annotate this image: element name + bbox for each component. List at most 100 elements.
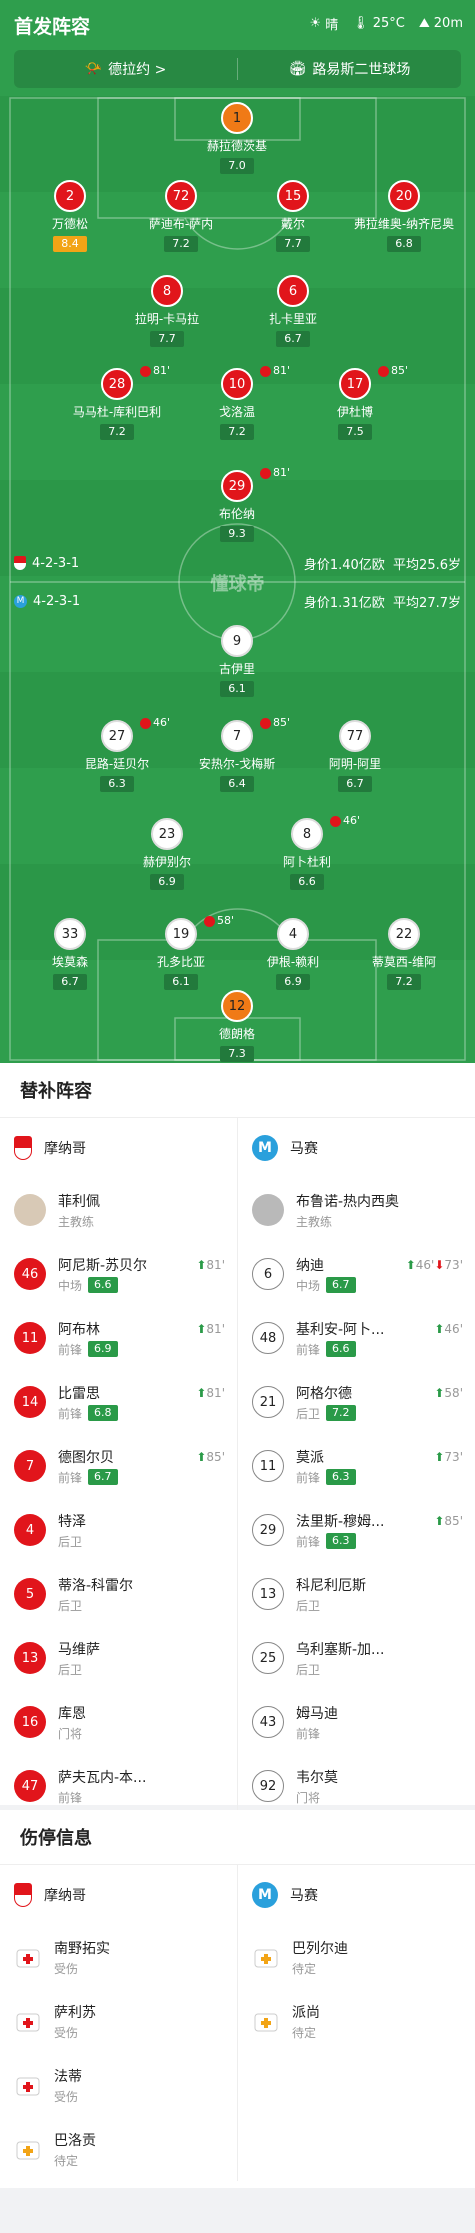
home-team-header[interactable]: 摩纳哥: [0, 1118, 237, 1178]
player-rating: 8.4: [53, 236, 87, 252]
player-rating: 6.7: [276, 331, 310, 347]
sub-player-row[interactable]: 11 阿布林 前锋 6.9 ⬆81': [0, 1306, 237, 1370]
away-player[interactable]: 23 赫伊别尔 6.9: [112, 818, 222, 890]
player-number: 28: [101, 368, 133, 400]
home-player[interactable]: 10 81' 戈洛温 7.2: [182, 364, 292, 440]
away-player[interactable]: 33 埃莫森 6.7: [15, 918, 125, 990]
doubt-cross-icon: [252, 1943, 280, 1971]
player-name: 蒂莫西-维阿: [371, 955, 437, 969]
player-name: 万德松: [51, 217, 88, 231]
away-player[interactable]: 8 46' 阿卜杜利 6.6: [252, 814, 362, 890]
player-number: 7: [221, 720, 253, 752]
sub-player-row[interactable]: 21 阿格尔德 后卫 7.2 ⬆58': [238, 1370, 475, 1434]
sub-in-time: ⬆46'⬇73': [405, 1258, 463, 1272]
home-player[interactable]: 29 81' 布伦纳 9.3: [182, 466, 292, 542]
sub-player-row[interactable]: 46 阿尼斯-苏贝尔 中场 6.6 ⬆81': [0, 1242, 237, 1306]
sub-player-row[interactable]: 6 纳迪 中场 6.7 ⬆46'⬇73': [238, 1242, 475, 1306]
sub-out-icon: [260, 467, 271, 479]
away-player[interactable]: 7 85' 安热尔-戈梅斯 6.4: [182, 716, 292, 792]
player-position: 前锋 6.9: [58, 1341, 118, 1358]
injuries-title: 伤停信息: [20, 1828, 92, 1849]
doubt-cross-icon: [252, 2007, 280, 2035]
referee-link[interactable]: 📯 德拉约 >: [14, 50, 237, 88]
player-name: 特泽: [58, 1513, 86, 1530]
home-player[interactable]: 72 萨迪布-萨内 7.2: [126, 180, 236, 252]
injury-row[interactable]: 南野拓实 受伤: [0, 1925, 237, 1989]
away-player[interactable]: 22 蒂莫西-维阿 7.2: [349, 918, 459, 990]
player-rating: 7.7: [150, 331, 184, 347]
player-rating: 6.3: [326, 1533, 356, 1549]
player-name: 法蒂: [54, 2068, 82, 2085]
sub-player-row[interactable]: 43 姆马迪 前锋: [238, 1690, 475, 1754]
home-player[interactable]: 2 万德松 8.4: [15, 180, 125, 252]
injury-row[interactable]: 巴洛贡 待定: [0, 2117, 237, 2181]
sub-player-row[interactable]: 7 德图尔贝 前锋 6.7 ⬆85': [0, 1434, 237, 1498]
player-position: 后卫: [296, 1598, 321, 1613]
home-player[interactable]: 28 81' 马马杜-库利巴利 7.2: [62, 364, 172, 440]
monaco-crest-icon: [14, 1136, 32, 1160]
home-player[interactable]: 8 拉明-卡马拉 7.7: [112, 275, 222, 347]
sub-player-row[interactable]: 92 韦尔莫 门将: [238, 1754, 475, 1818]
sub-player-row[interactable]: 47 萨夫瓦内-本... 前锋: [0, 1754, 237, 1818]
sub-player-row[interactable]: 13 马维萨 后卫: [0, 1626, 237, 1690]
monaco-crest-icon: [14, 1883, 32, 1907]
altitude: ⛰ 20m: [418, 16, 463, 31]
sub-out-icon: [330, 815, 341, 827]
injury-row[interactable]: 法蒂 受伤: [0, 2053, 237, 2117]
player-name: 巴列尔迪: [292, 1940, 348, 1957]
away-player[interactable]: 77 阿明-阿里 6.7: [300, 720, 410, 792]
sub-player-row[interactable]: 16 库恩 门将: [0, 1690, 237, 1754]
away-coach[interactable]: 布鲁诺-热内西奥 主教练: [238, 1178, 475, 1242]
home-player[interactable]: 15 戴尔 7.7: [238, 180, 348, 252]
home-player[interactable]: 1 赫拉德茨基 7.0: [182, 102, 292, 174]
substitution-time: 81': [260, 364, 290, 377]
away-player[interactable]: 27 46' 昆路-廷贝尔 6.3: [62, 716, 172, 792]
injury-status: 待定: [292, 2025, 317, 2040]
sub-player-row[interactable]: 29 法里斯-穆姆... 前锋 6.3 ⬆85': [238, 1498, 475, 1562]
player-position: 前锋 6.6: [296, 1341, 384, 1358]
player-number: 77: [339, 720, 371, 752]
avatar: [14, 1194, 46, 1226]
player-number: 19: [165, 918, 197, 950]
player-name: 安热尔-戈梅斯: [198, 757, 276, 771]
home-team-header[interactable]: 摩纳哥: [0, 1865, 237, 1925]
home-player[interactable]: 17 85' 伊杜博 7.5: [300, 364, 410, 440]
injury-row[interactable]: 巴列尔迪 待定: [238, 1925, 475, 1989]
sub-player-row[interactable]: 48 基利安-阿卜... 前锋 6.6 ⬆46': [238, 1306, 475, 1370]
away-subs-column: M 马赛 布鲁诺-热内西奥 主教练 6 纳迪 中场 6.7 ⬆46'⬇73' 48 基利安-阿卜…: [237, 1118, 475, 1818]
home-player[interactable]: 20 弗拉维奥-纳齐尼奥 6.8: [349, 180, 459, 252]
sub-player-row[interactable]: 5 蒂洛-科雷尔 后卫: [0, 1562, 237, 1626]
player-name: 姆马迪: [296, 1705, 338, 1722]
sub-player-row[interactable]: 11 莫派 前锋 6.3 ⬆73': [238, 1434, 475, 1498]
player-position: 中场 6.7: [296, 1277, 356, 1294]
player-name: 比雷思: [58, 1385, 100, 1402]
away-team-header[interactable]: M 马赛: [238, 1118, 475, 1178]
away-player[interactable]: 4 伊根-赖利 6.9: [238, 918, 348, 990]
player-rating: 6.8: [387, 236, 421, 252]
sub-player-row[interactable]: 25 乌利塞斯-加... 后卫: [238, 1626, 475, 1690]
player-name: 阿明-阿里: [328, 757, 382, 771]
temperature: 🌡 25°C: [352, 16, 405, 31]
sub-player-row[interactable]: 13 科尼利厄斯 后卫: [238, 1562, 475, 1626]
player-number: 16: [14, 1706, 46, 1738]
away-player[interactable]: 19 58' 孔多比亚 6.1: [126, 914, 236, 990]
home-coach[interactable]: 菲利佩 主教练: [0, 1178, 237, 1242]
injury-status: 待定: [292, 1961, 317, 1976]
player-rating: 6.9: [150, 874, 184, 890]
sub-out-icon: [378, 365, 389, 377]
player-number: 72: [165, 180, 197, 212]
injury-row[interactable]: 派尚 待定: [238, 1989, 475, 2053]
player-rating: 9.3: [220, 526, 254, 542]
player-number: 7: [14, 1450, 46, 1482]
away-team-header[interactable]: M 马赛: [238, 1865, 475, 1925]
player-name: 阿布林: [58, 1321, 100, 1338]
home-player[interactable]: 6 扎卡里亚 6.7: [238, 275, 348, 347]
away-player[interactable]: 12 德朗格 7.3: [182, 990, 292, 1062]
sub-player-row[interactable]: 14 比雷思 前锋 6.8 ⬆81': [0, 1370, 237, 1434]
injury-row[interactable]: 萨利苏 受伤: [0, 1989, 237, 2053]
sub-player-row[interactable]: 4 特泽 后卫: [0, 1498, 237, 1562]
injury-status: 待定: [54, 2153, 79, 2168]
injury-status: 受伤: [54, 2089, 79, 2104]
sub-in-time: ⬆85': [196, 1450, 225, 1464]
away-player[interactable]: 9 古伊里 6.1: [182, 625, 292, 697]
